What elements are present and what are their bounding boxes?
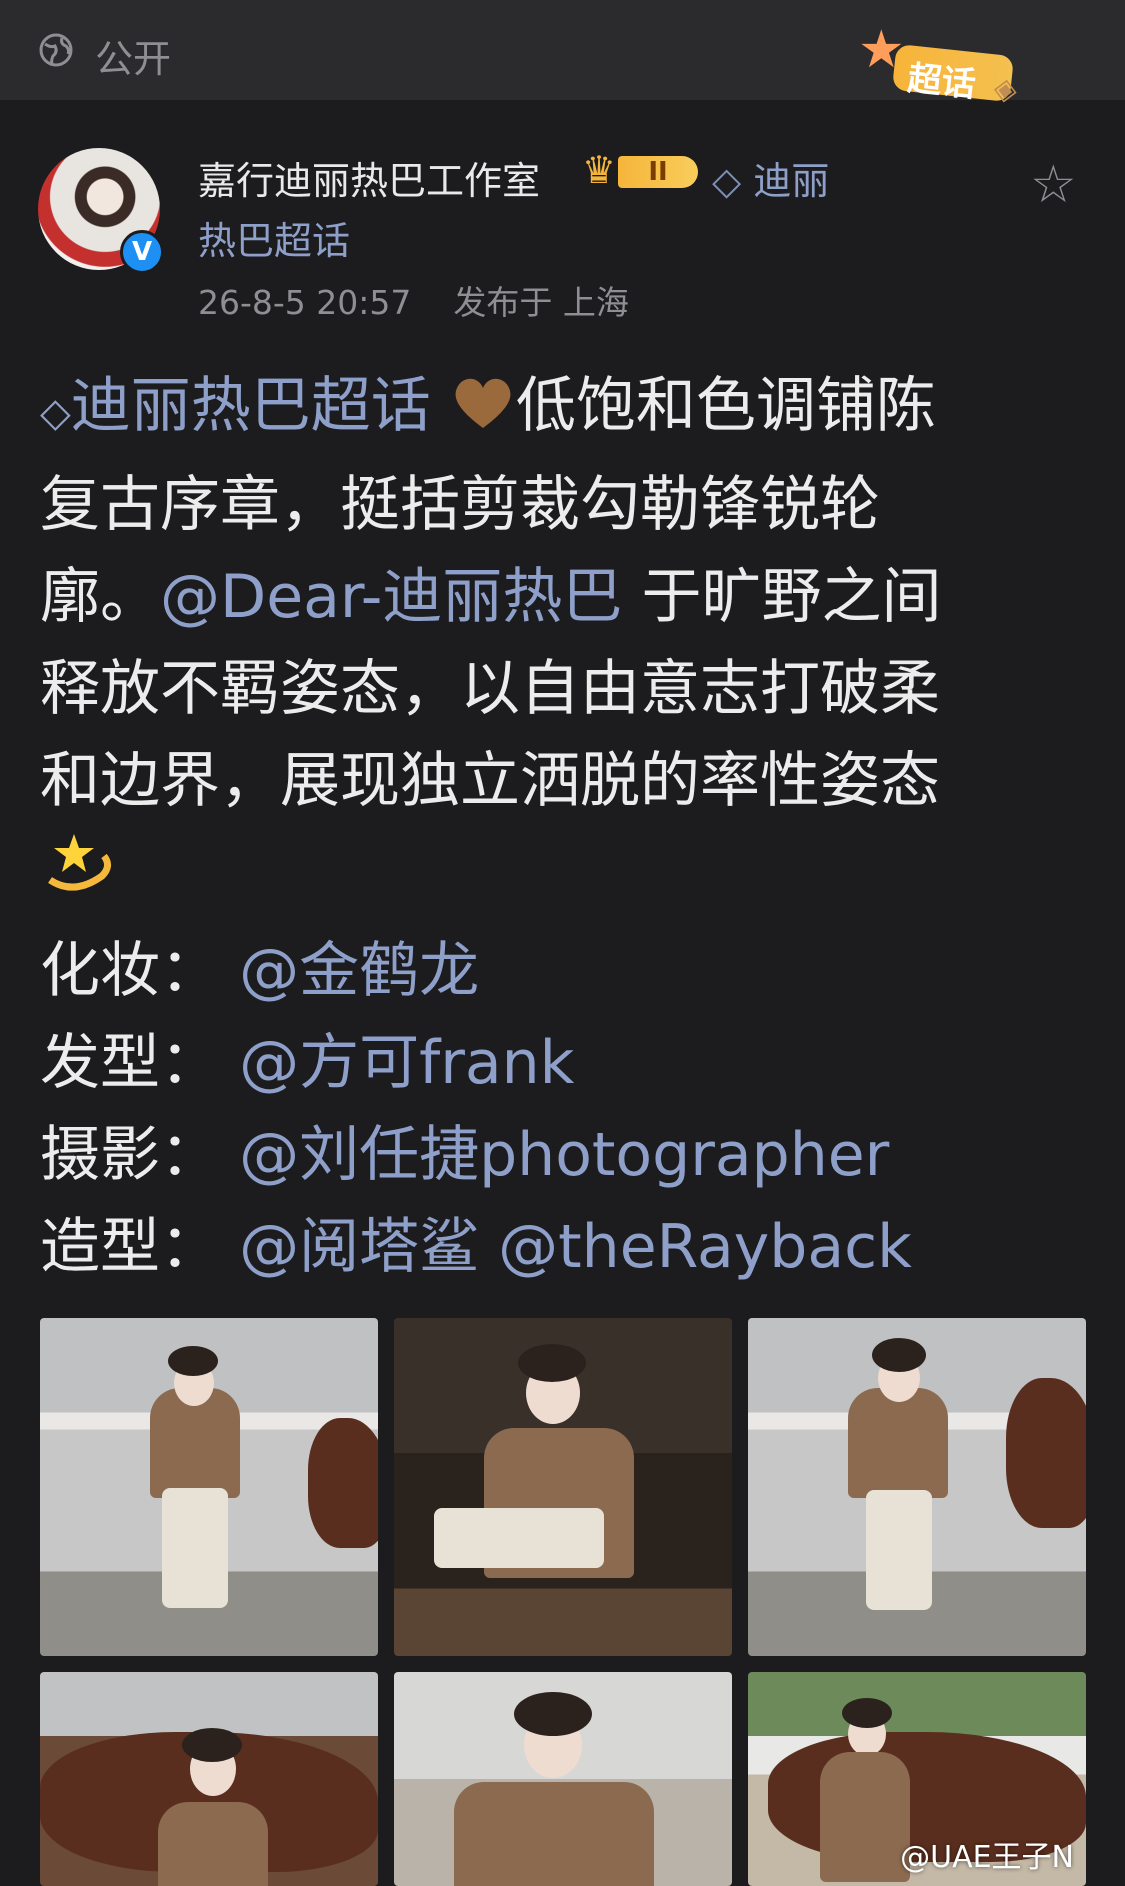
timestamp: 26-8-5 20:57: [198, 283, 412, 322]
credit-mention[interactable]: @金鹤龙: [239, 936, 479, 1006]
photo-thumbnail[interactable]: @UAE王子N: [748, 1672, 1086, 1886]
visibility-label: 公开: [95, 37, 172, 81]
topic-link-label-1: 迪丽: [753, 159, 830, 203]
photo-thumbnail[interactable]: [394, 1672, 732, 1886]
post-body: ◇迪丽热巴超话 低饱和色调铺陈 复古序章，挺括剪裁勾勒锋锐轮 廓。@Dear-迪…: [40, 360, 1090, 827]
chevron-right-icon: ◈: [991, 70, 1020, 109]
star-sparkle-icon: ★: [858, 20, 905, 80]
credit-mention[interactable]: @方可frank: [239, 1028, 574, 1098]
mention-link[interactable]: @Dear-迪丽热巴: [160, 562, 622, 632]
photo-thumbnail[interactable]: [748, 1318, 1086, 1656]
level-badge[interactable]: ♛ II: [582, 148, 700, 194]
credit-mention[interactable]: @刘任捷photographer: [239, 1120, 889, 1190]
credit-role: 造型：: [40, 1212, 220, 1282]
dizzy-emoji: [48, 834, 111, 891]
credit-mention[interactable]: @阅塔鲨 @theRayback: [239, 1212, 912, 1282]
watermark: @UAE王子N: [900, 1840, 1074, 1875]
body-text-2: 复古序章，挺括剪裁勾勒锋锐轮: [40, 470, 880, 540]
chaohua-badge[interactable]: ★ 超话 ◈: [858, 20, 1028, 108]
level-badge-label: II: [618, 156, 698, 188]
chaohua-badge-label: 超话: [905, 58, 978, 106]
body-text-1: 低饱和色调铺陈: [515, 371, 936, 441]
photo-thumbnail[interactable]: [394, 1318, 732, 1656]
body-text-4: 释放不羁姿态，以自由意志打破柔: [40, 654, 940, 724]
diamond-icon: ◇: [40, 390, 71, 436]
crown-icon: ♛: [582, 148, 617, 192]
credit-role: 摄影：: [40, 1120, 220, 1190]
topic-link[interactable]: ◇ 迪丽: [712, 150, 829, 205]
post-meta: 26-8-5 20:57 发布于 上海: [198, 276, 629, 324]
diamond-icon: ◇: [712, 159, 742, 203]
credit-role: 化妆：: [40, 936, 220, 1006]
location: 发布于 上海: [453, 283, 629, 322]
credit-role: 发型：: [40, 1028, 220, 1098]
globe-icon: [39, 33, 73, 67]
body-text-5: 和边界，展现独立洒脱的率性姿态: [40, 746, 940, 816]
visibility-bar: 公开 ★ 超话 ◈: [0, 0, 1125, 108]
topic-tag[interactable]: ◇迪丽热巴超话: [40, 371, 431, 441]
photo-thumbnail[interactable]: [40, 1318, 378, 1656]
credit-photography: 摄影： @刘任捷photographer: [40, 1106, 889, 1193]
body-text-3b: 于旷野之间: [622, 562, 942, 632]
verified-icon: V: [120, 230, 164, 274]
credit-hair: 发型： @方可frank: [40, 1014, 574, 1101]
credit-styling: 造型： @阅塔鲨 @theRayback: [40, 1198, 912, 1285]
favorite-star-icon[interactable]: ☆: [1030, 155, 1077, 215]
heart-emoji: [455, 378, 511, 428]
topic-link-continued[interactable]: 热巴超话: [198, 210, 350, 265]
credit-makeup: 化妆： @金鹤龙: [40, 922, 479, 1009]
body-text-3a: 廓。: [40, 562, 160, 632]
author-name[interactable]: 嘉行迪丽热巴工作室: [198, 150, 540, 205]
photo-thumbnail[interactable]: [40, 1672, 378, 1886]
